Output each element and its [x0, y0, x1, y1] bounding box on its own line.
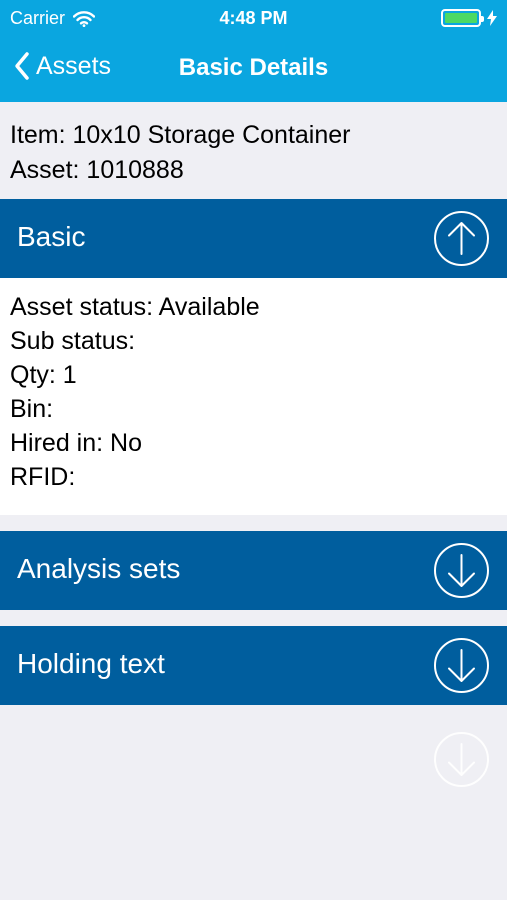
field-qty: Qty: 1 — [10, 361, 77, 389]
battery-icon — [441, 9, 484, 27]
section-basic-label: Basic — [17, 221, 86, 252]
faded-arrow-down-circle-icon — [434, 732, 489, 787]
clock: 4:48 PM — [219, 8, 288, 28]
field-bin: Bin: — [10, 395, 54, 423]
arrow-down-circle-icon[interactable] — [433, 637, 490, 694]
section-analysis-sets-header[interactable]: Analysis sets — [0, 531, 507, 610]
field-rfid: RFID: — [10, 463, 76, 491]
asset-number: Asset: 1010888 — [10, 156, 184, 184]
item-name: Item: 10x10 Storage Container — [10, 121, 351, 149]
section-basic-content: Asset status: Available Sub status: Qty:… — [0, 278, 507, 515]
navigation-bar: Assets Basic Details — [0, 36, 507, 102]
page-title: Basic Details — [178, 54, 329, 81]
field-sub-status: Sub status: — [10, 327, 136, 355]
battery-group — [441, 9, 497, 27]
item-summary: Item: 10x10 Storage Container Asset: 101… — [10, 118, 350, 188]
field-asset-status: Asset status: Available — [10, 293, 260, 321]
section-basic-header[interactable]: Basic — [0, 199, 507, 278]
section-analysis-sets-label: Analysis sets — [17, 553, 181, 584]
section-holding-text-header[interactable]: Holding text — [0, 626, 507, 705]
charging-bolt-icon — [487, 10, 497, 26]
section-holding-text-label: Holding text — [17, 648, 165, 679]
status-bar: Carrier 4:48 PM — [0, 0, 507, 36]
field-hired-in: Hired in: No — [10, 429, 142, 457]
battery-fill — [445, 13, 477, 23]
arrow-up-circle-icon[interactable] — [433, 210, 490, 267]
arrow-down-circle-icon[interactable] — [433, 542, 490, 599]
